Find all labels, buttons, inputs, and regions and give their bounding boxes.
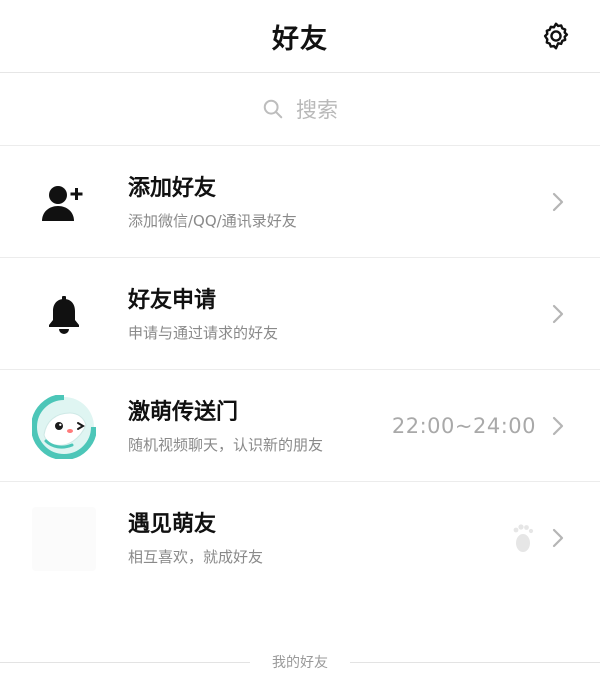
bell-icon [32, 283, 96, 347]
item-subtitle: 添加微信/QQ/通讯录好友 [128, 212, 297, 230]
item-title: 好友申请 [128, 288, 217, 313]
search-icon [263, 99, 283, 119]
search-bar[interactable]: 搜索 [0, 73, 600, 146]
footprint-icon [513, 524, 534, 552]
item-subtitle: 申请与通过请求的好友 [128, 324, 279, 342]
add-user-icon [32, 171, 96, 235]
chevron-right-icon [548, 188, 568, 216]
top-bar: 好友 [0, 0, 600, 73]
settings-button[interactable] [538, 18, 574, 54]
my-friends-divider: 我的好友 [0, 632, 600, 692]
mascot-avatar [32, 395, 96, 459]
list-item-add-friend[interactable]: 添加好友 添加微信/QQ/通讯录好友 [0, 146, 600, 258]
list-item-friend-requests[interactable]: 好友申请 申请与通过请求的好友 [0, 258, 600, 370]
time-window: 22:00~24:00 [391, 414, 536, 438]
chevron-right-icon [548, 300, 568, 328]
gear-icon [543, 22, 569, 50]
chevron-right-icon [548, 412, 568, 440]
chevron-right-icon [548, 524, 568, 552]
list-item-portal[interactable]: 激萌传送门 随机视频聊天，认识新的朋友 22:00~24:00 [0, 370, 600, 482]
blank-avatar [32, 507, 96, 571]
item-title: 遇见萌友 [128, 512, 217, 537]
search-placeholder: 搜索 [296, 98, 338, 122]
item-title: 添加好友 [128, 176, 217, 201]
list-item-meet-friends[interactable]: 遇见萌友 相互喜欢，就成好友 [0, 482, 600, 594]
item-title: 激萌传送门 [128, 400, 239, 425]
section-label: 我的好友 [250, 652, 350, 672]
item-subtitle: 随机视频聊天，认识新的朋友 [128, 436, 324, 454]
item-subtitle: 相互喜欢，就成好友 [128, 548, 264, 566]
page-title: 好友 [272, 23, 328, 55]
